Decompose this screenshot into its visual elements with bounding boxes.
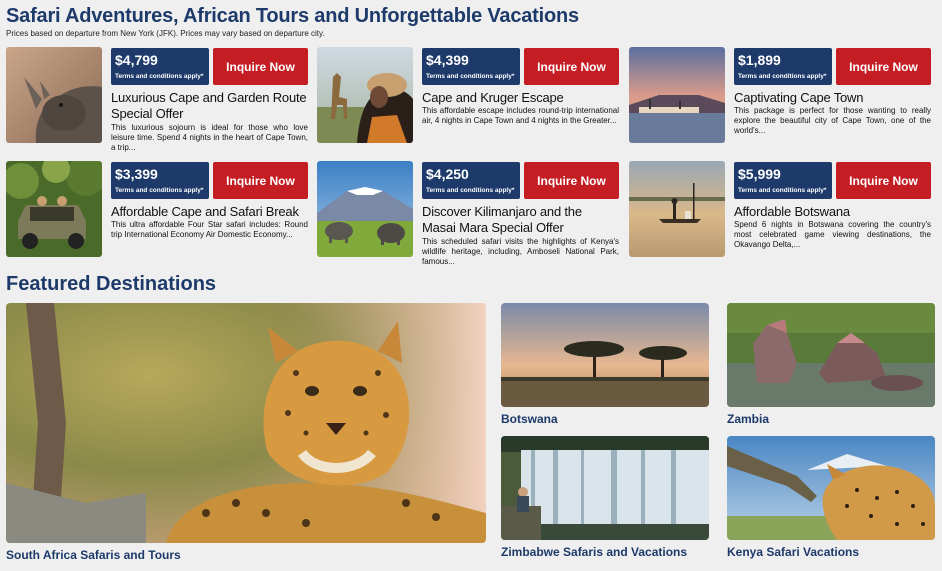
cape-town-harbour-photo[interactable]	[629, 47, 725, 143]
price-disclaimer: Prices based on departure from New York …	[6, 29, 325, 38]
okavango-mokoro-photo[interactable]	[629, 161, 725, 257]
offer-description: This affordable escape includes round-tr…	[422, 106, 619, 125]
offer-price: $5,999	[738, 166, 781, 182]
victoria-falls-photo[interactable]	[501, 436, 709, 540]
safari-jeep-photo[interactable]	[6, 161, 102, 257]
offer-price: $4,399	[426, 52, 469, 68]
rhino-photo[interactable]	[6, 47, 102, 143]
offer-price: $3,399	[115, 166, 158, 182]
offer-description: This luxurious sojourn is ideal for thos…	[111, 123, 308, 152]
kenya-leopard-photo[interactable]	[727, 436, 935, 540]
inquire-now-button[interactable]: Inquire Now	[524, 48, 619, 85]
offer-description: This scheduled safari visits the highlig…	[422, 237, 619, 266]
offer-name[interactable]: Affordable Botswana	[734, 204, 930, 220]
inquire-now-button[interactable]: Inquire Now	[213, 48, 308, 85]
leopard-photo[interactable]	[6, 303, 486, 543]
offer-description: Spend 6 nights in Botswana covering the …	[734, 220, 931, 249]
terms-link[interactable]: Terms and conditions apply*	[115, 73, 203, 80]
offer-name[interactable]: Discover Kilimanjaro and the Masai Mara …	[422, 204, 618, 236]
offer-price: $4,250	[426, 166, 469, 182]
page-title: Safari Adventures, African Tours and Unf…	[6, 5, 579, 27]
offer-price: $1,899	[738, 52, 781, 68]
terms-link[interactable]: Terms and conditions apply*	[738, 187, 826, 194]
offer-card: $1,899 Terms and conditions apply* Inqui…	[629, 47, 931, 143]
destination-botswana[interactable]: Botswana	[501, 303, 709, 429]
destination-kenya[interactable]: Kenya Safari Vacations	[727, 436, 935, 565]
price-box: $4,399 Terms and conditions apply*	[422, 48, 520, 85]
offer-card: $5,999 Terms and conditions apply* Inqui…	[629, 161, 931, 257]
offer-card: $4,799 Terms and conditions apply* Inqui…	[6, 47, 308, 152]
destination-zimbabwe[interactable]: Zimbabwe Safaris and Vacations	[501, 436, 709, 565]
inquire-now-button[interactable]: Inquire Now	[213, 162, 308, 199]
hippos-photo[interactable]	[727, 303, 935, 407]
price-box: $4,250 Terms and conditions apply*	[422, 162, 520, 199]
destination-label[interactable]: South Africa Safaris and Tours	[6, 548, 181, 562]
destination-label[interactable]: Zimbabwe Safaris and Vacations	[501, 545, 687, 559]
offer-card: $3,399 Terms and conditions apply* Inqui…	[6, 161, 308, 257]
destination-label[interactable]: Botswana	[501, 412, 558, 426]
offer-card: $4,399 Terms and conditions apply* Inqui…	[317, 47, 619, 143]
destination-zambia[interactable]: Zambia	[727, 303, 935, 429]
offer-name[interactable]: Cape and Kruger Escape	[422, 90, 618, 106]
kilimanjaro-elephants-photo[interactable]	[317, 161, 413, 257]
offer-price: $4,799	[115, 52, 158, 68]
offer-card: $4,250 Terms and conditions apply* Inqui…	[317, 161, 619, 266]
terms-link[interactable]: Terms and conditions apply*	[426, 73, 514, 80]
offer-name[interactable]: Affordable Cape and Safari Break	[111, 204, 307, 220]
inquire-now-button[interactable]: Inquire Now	[836, 162, 931, 199]
inquire-now-button[interactable]: Inquire Now	[836, 48, 931, 85]
price-box: $4,799 Terms and conditions apply*	[111, 48, 209, 85]
destination-label[interactable]: Zambia	[727, 412, 769, 426]
price-box: $3,399 Terms and conditions apply*	[111, 162, 209, 199]
featured-destinations-heading: Featured Destinations	[6, 273, 217, 295]
offer-description: This ultra affordable Four Star safari i…	[111, 220, 308, 239]
giraffe-woman-photo[interactable]	[317, 47, 413, 143]
terms-link[interactable]: Terms and conditions apply*	[426, 187, 514, 194]
destination-label[interactable]: Kenya Safari Vacations	[727, 545, 859, 559]
offer-description: This package is perfect for those wantin…	[734, 106, 931, 135]
offer-name[interactable]: Luxurious Cape and Garden Route Special …	[111, 90, 307, 122]
acacia-sunset-photo[interactable]	[501, 303, 709, 407]
terms-link[interactable]: Terms and conditions apply*	[738, 73, 826, 80]
price-box: $1,899 Terms and conditions apply*	[734, 48, 832, 85]
offer-name[interactable]: Captivating Cape Town	[734, 90, 930, 106]
destination-south-africa[interactable]: South Africa Safaris and Tours	[6, 303, 486, 565]
terms-link[interactable]: Terms and conditions apply*	[115, 187, 203, 194]
inquire-now-button[interactable]: Inquire Now	[524, 162, 619, 199]
price-box: $5,999 Terms and conditions apply*	[734, 162, 832, 199]
